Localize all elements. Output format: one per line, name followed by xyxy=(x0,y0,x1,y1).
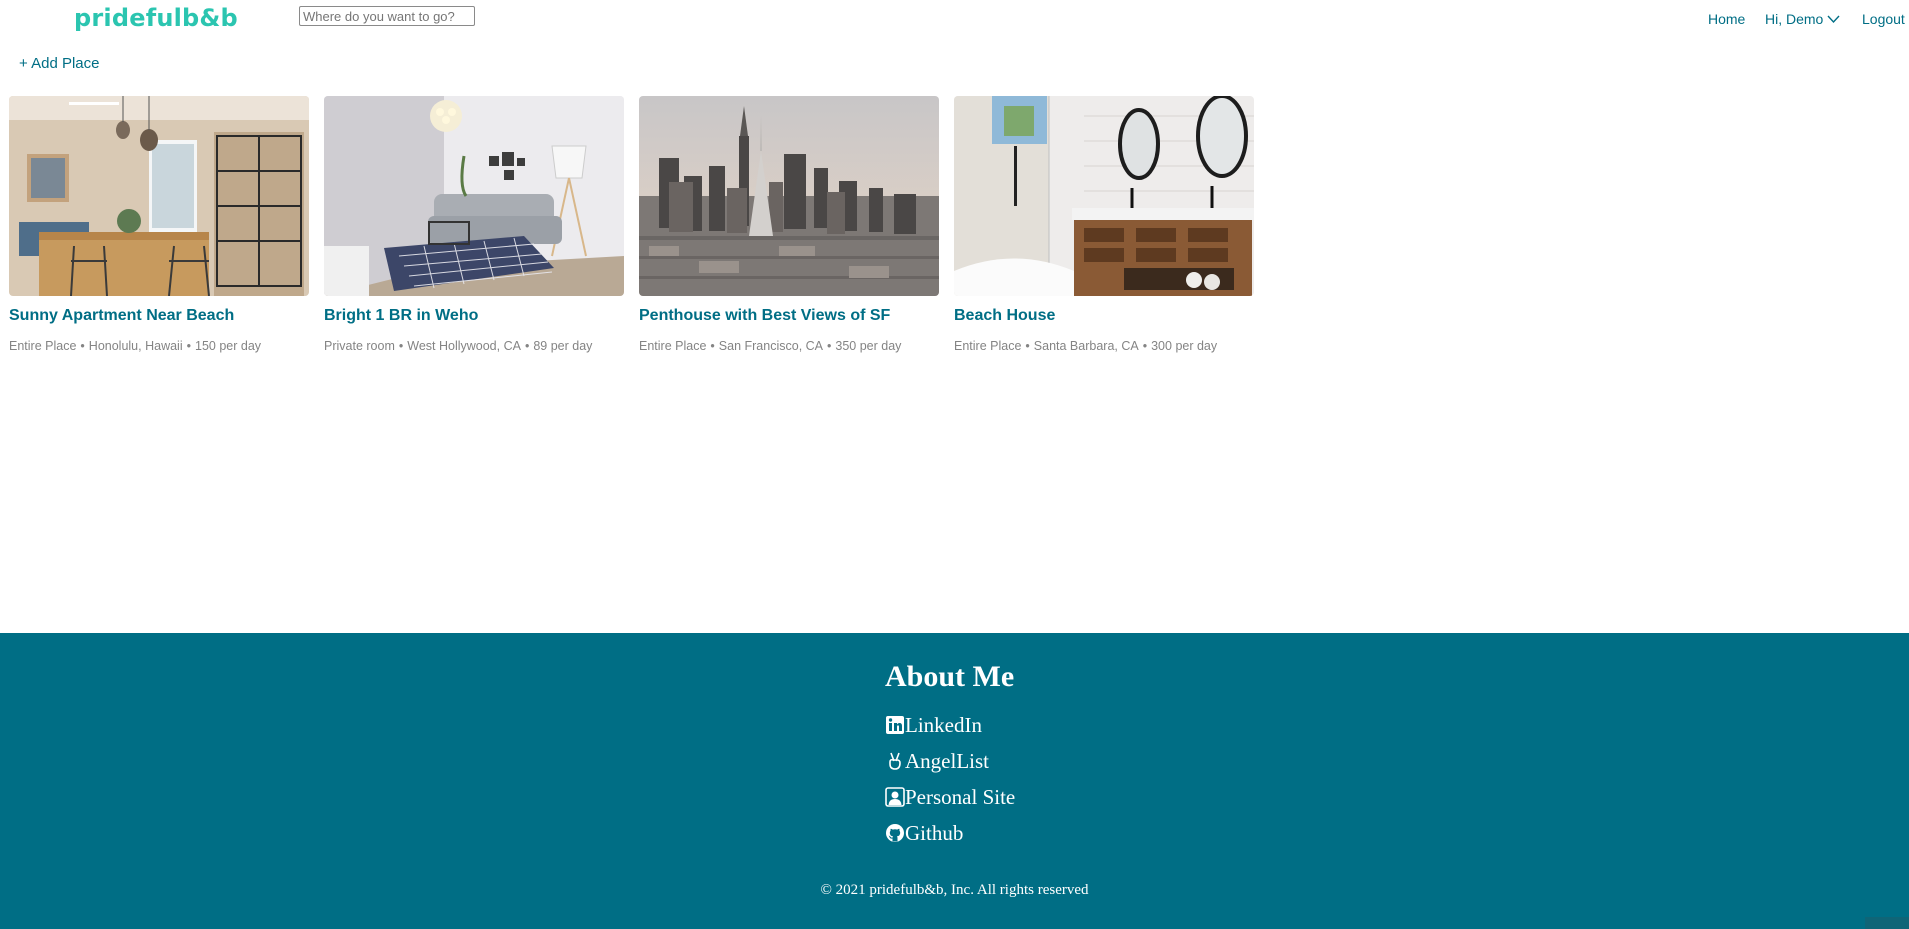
separator-dot: • xyxy=(1025,339,1030,353)
listing-location: Honolulu, Hawaii xyxy=(88,339,183,353)
github-icon xyxy=(886,824,904,842)
angellist-icon xyxy=(889,752,901,770)
separator-dot: • xyxy=(186,339,191,353)
listing-title[interactable]: Penthouse with Best Views of SF xyxy=(639,307,890,325)
user-greeting: Hi, Demo xyxy=(1765,11,1824,27)
listing-meta: Entire Place • Santa Barbara, CA • 300 per d… xyxy=(954,339,1217,353)
logo[interactable]: pridefulb&b xyxy=(74,4,238,32)
listing-meta: Private room • West Hollywood, CA • 89 per d… xyxy=(324,339,592,353)
listing-price: 89 per day xyxy=(533,339,593,353)
listing-location: San Francisco, CA xyxy=(718,339,824,353)
separator-dot: • xyxy=(827,339,832,353)
listing-title[interactable]: Beach House xyxy=(954,307,1055,325)
listing-card[interactable]: Penthouse with Best Views of SF Entire P… xyxy=(639,96,939,353)
separator-dot: • xyxy=(710,339,715,353)
copyright-label: 2021 pridefulb&b, Inc. All rights reserv… xyxy=(835,882,1089,898)
corner-tab xyxy=(1865,917,1909,929)
nav-home-link[interactable]: Home xyxy=(1708,11,1745,27)
copyright-icon: © xyxy=(820,882,832,898)
listing-price: 350 per day xyxy=(835,339,902,353)
footer-link-label[interactable]: Github xyxy=(905,821,963,846)
add-place-button[interactable]: + Add Place xyxy=(19,55,99,72)
listing-title[interactable]: Bright 1 BR in Weho xyxy=(324,307,478,325)
listing-meta: Entire Place • Honolulu, Hawaii • 150 per da… xyxy=(9,339,261,353)
footer-link-personal-site[interactable]: Personal Site xyxy=(885,785,1015,810)
listing-photo[interactable] xyxy=(954,96,1254,296)
listing-type: Entire Place xyxy=(639,339,707,353)
separator-dot: • xyxy=(1142,339,1148,353)
listing-type: Entire Place xyxy=(9,339,77,353)
listing-card[interactable]: Sunny Apartment Near Beach Entire Place •… xyxy=(9,96,309,353)
footer-link-linkedin[interactable]: LinkedIn xyxy=(885,713,982,738)
footer-link-label[interactable]: Personal Site xyxy=(905,785,1015,810)
listing-card[interactable]: Bright 1 BR in Weho Private room • West Ho… xyxy=(324,96,624,353)
footer-link-angellist[interactable]: AngelList xyxy=(885,749,989,774)
about-heading: About Me xyxy=(885,660,1015,693)
listing-title[interactable]: Sunny Apartment Near Beach xyxy=(9,307,234,325)
footer: About Me LinkedIn AngelList Personal Sit… xyxy=(0,633,1909,929)
separator-dot: • xyxy=(80,339,85,353)
user-menu[interactable]: Hi, Demo xyxy=(1765,11,1840,27)
separator-dot: • xyxy=(524,339,530,353)
listing-price: 300 per day xyxy=(1151,339,1218,353)
personal-site-icon xyxy=(885,787,905,807)
listing-type: Private room xyxy=(324,339,395,353)
chevron-down-icon xyxy=(1827,15,1840,24)
listing-photo[interactable] xyxy=(9,96,309,296)
footer-link-github[interactable]: Github xyxy=(885,821,963,846)
listing-card[interactable]: Beach House Entire Place • Santa Barbara, … xyxy=(954,96,1254,353)
listing-photo[interactable] xyxy=(324,96,624,296)
footer-link-label[interactable]: LinkedIn xyxy=(905,713,982,738)
copyright-text: © 2021 pridefulb&b, Inc. All rights rese… xyxy=(0,882,1909,899)
listing-photo[interactable] xyxy=(639,96,939,296)
footer-link-label[interactable]: AngelList xyxy=(905,749,989,774)
top-nav-bar: pridefulb&b Home Hi, Demo Logout xyxy=(0,0,1909,40)
linkedin-icon xyxy=(886,716,904,734)
logout-link[interactable]: Logout xyxy=(1862,11,1905,27)
listing-price: 150 per day xyxy=(195,339,262,353)
search-input[interactable] xyxy=(299,6,475,26)
separator-dot: • xyxy=(398,339,404,353)
listing-type: Entire Place xyxy=(954,339,1022,353)
listing-meta: Entire Place • San Francisco, CA • 350 per d… xyxy=(639,339,901,353)
listing-location: Santa Barbara, CA xyxy=(1033,339,1139,353)
listing-location: West Hollywood, CA xyxy=(407,339,521,353)
